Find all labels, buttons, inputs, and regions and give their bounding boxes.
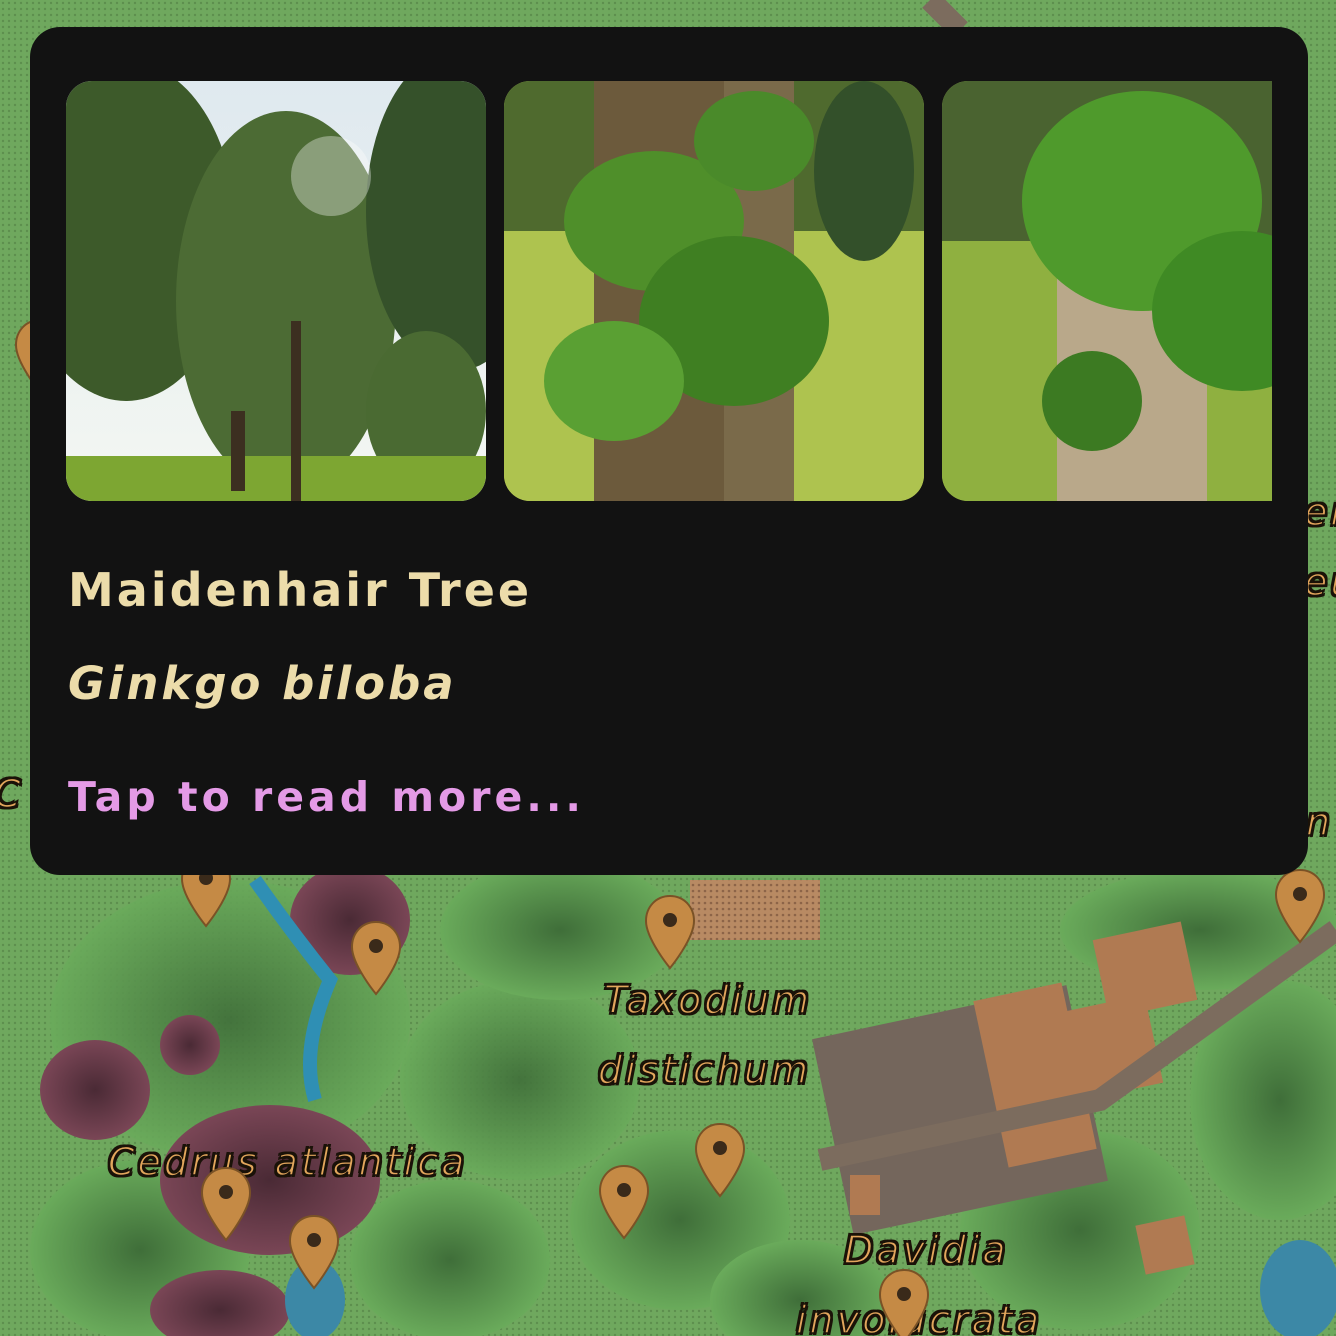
read-more-link[interactable]: Tap to read more...: [68, 773, 585, 821]
ginkgo-leaves-closeup-photo-icon: [942, 81, 1272, 501]
tree-common-name: Maidenhair Tree: [68, 563, 533, 617]
map-label-davidia[interactable]: Davidia: [843, 1227, 1009, 1273]
ginkgo-leaves-closeup-photo[interactable]: [942, 81, 1272, 501]
map-label-fragment-left[interactable]: C: [0, 771, 24, 817]
tree-info-popup[interactable]: Maidenhair Tree Ginkgo biloba Tap to rea…: [30, 27, 1308, 875]
map-pin-icon[interactable]: [644, 894, 696, 970]
map-label-fragment-right-2[interactable]: eu: [1303, 559, 1336, 605]
tree-scientific-name: Ginkgo biloba: [68, 657, 457, 710]
map-pin-icon[interactable]: [598, 1164, 650, 1240]
map-pin-icon[interactable]: [350, 920, 402, 996]
map-label-fragment-right-1[interactable]: er: [1303, 489, 1336, 535]
map-label-taxodium[interactable]: Taxodium: [603, 977, 812, 1023]
map-label-fragment-right-3[interactable]: n: [1305, 799, 1333, 845]
map-pin-icon[interactable]: [694, 1122, 746, 1198]
map-pin-icon[interactable]: [288, 1214, 340, 1290]
photo-gallery[interactable]: [66, 81, 1272, 501]
map-pin-icon[interactable]: [1274, 868, 1326, 944]
ginkgo-leaves-trunk-photo-icon: [504, 81, 924, 501]
map-pin-icon[interactable]: [878, 1268, 930, 1336]
map-pin-icon[interactable]: [200, 1166, 252, 1242]
map-label-distichum[interactable]: distichum: [597, 1047, 811, 1093]
tree-landscape-photo[interactable]: [66, 81, 486, 501]
map-label-cedrus[interactable]: Cedrus atlantica: [107, 1139, 467, 1185]
ginkgo-leaves-trunk-photo[interactable]: [504, 81, 924, 501]
tree-landscape-photo-icon: [66, 81, 486, 501]
